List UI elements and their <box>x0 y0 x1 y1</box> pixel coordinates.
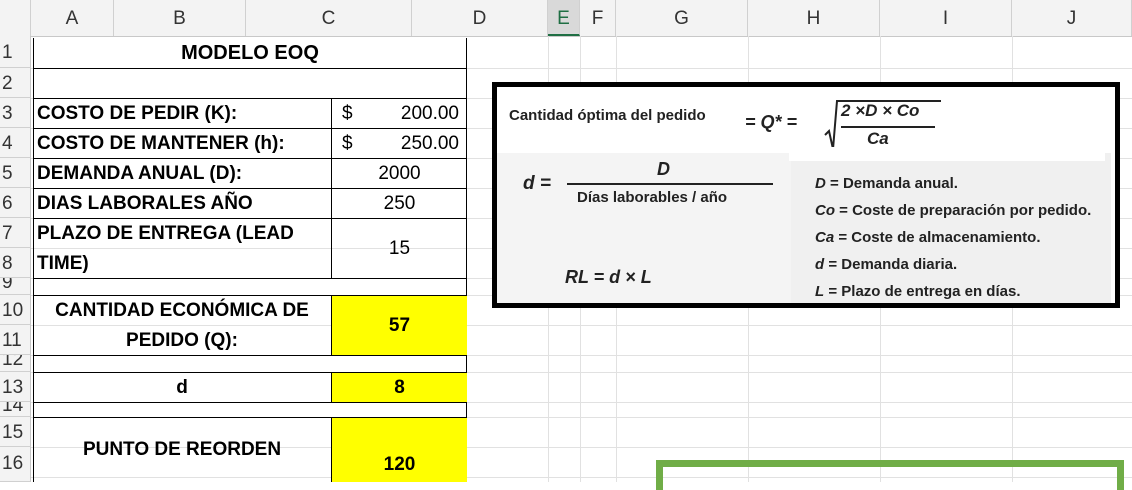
row-header-5[interactable]: 5 <box>0 158 31 188</box>
empty-row[interactable] <box>33 279 467 296</box>
legend-symbol: Co <box>815 202 835 219</box>
lead-time-label-line1: PLAZO DE ENTREGA (LEAD <box>37 222 294 244</box>
optimal-quantity-equals: = Q* = <box>745 112 798 132</box>
formula-divider <box>789 147 1105 161</box>
row-header-9[interactable]: 9 <box>0 278 31 295</box>
row-header-1[interactable]: 1 <box>0 36 31 68</box>
holding-cost-value: 250.00 <box>400 132 459 154</box>
lead-time-label[interactable]: PLAZO DE ENTREGA (LEAD TIME) <box>33 219 332 279</box>
column-header-f[interactable]: F <box>580 0 616 36</box>
legend-text: = Demanda anual. <box>825 175 958 192</box>
legend-item: D = Demanda anual. <box>815 175 958 192</box>
eoq-label[interactable]: CANTIDAD ECONÓMICA DE PEDIDO (Q): <box>33 296 332 356</box>
reorder-point-value[interactable]: 120 <box>332 418 467 482</box>
lead-time-label-line2: TIME) <box>37 252 89 274</box>
currency-symbol: $ <box>342 102 353 124</box>
select-all-corner[interactable] <box>0 0 31 36</box>
formula-image[interactable]: Cantidad óptima del pedido = Q* = 2 ×D ×… <box>492 82 1120 308</box>
eoq-numerator: 2 ×D × Co <box>841 101 920 120</box>
lead-time-value[interactable]: 15 <box>332 219 467 279</box>
column-header-i[interactable]: I <box>880 0 1012 36</box>
row-header-4[interactable]: 4 <box>0 128 31 158</box>
legend-item: L = Plazo de entrega en días. <box>815 283 1021 300</box>
reorder-point-label[interactable]: PUNTO DE REORDEN <box>33 418 332 482</box>
eoq-label-line2: PEDIDO (Q): <box>126 329 238 351</box>
ordering-cost-value: 200.00 <box>400 102 459 124</box>
row-header-13[interactable]: 13 <box>0 372 31 402</box>
reorder-formula: RL = d × L <box>565 267 652 287</box>
currency-symbol: $ <box>342 132 353 154</box>
column-header-j[interactable]: J <box>1012 0 1132 36</box>
empty-row[interactable] <box>33 356 467 373</box>
eoq-label-line1: CANTIDAD ECONÓMICA DE <box>55 299 309 321</box>
column-header-g[interactable]: G <box>616 0 748 36</box>
daily-demand-numerator: D <box>657 159 670 179</box>
column-header-c[interactable]: C <box>246 0 412 36</box>
empty-row[interactable] <box>33 403 467 418</box>
row-header-10[interactable]: 10 <box>0 295 31 325</box>
daily-demand-label[interactable]: d <box>33 373 332 403</box>
ordering-cost-label[interactable]: COSTO DE PEDIR (K): <box>33 99 332 129</box>
column-header-h[interactable]: H <box>748 0 880 36</box>
row-header-7[interactable]: 7 <box>0 218 31 248</box>
column-header-b[interactable]: B <box>114 0 246 36</box>
holding-cost-cell[interactable]: $ 250.00 <box>332 129 467 159</box>
legend-text: = Coste de almacenamiento. <box>834 229 1041 246</box>
legend-text: = Demanda diaria. <box>824 256 958 273</box>
legend-symbol: D <box>815 175 826 192</box>
legend-text: = Plazo de entrega en días. <box>824 283 1021 300</box>
legend-item: d = Demanda diaria. <box>815 256 957 273</box>
legend-symbol: L <box>815 283 825 300</box>
column-header-bar: A B C D E F G H I J <box>0 0 1132 37</box>
row-header-3[interactable]: 3 <box>0 98 31 128</box>
legend-text: = Coste de preparación por pedido. <box>835 202 1092 219</box>
row-header-2[interactable]: 2 <box>0 68 31 98</box>
annual-demand-label[interactable]: DEMANDA ANUAL (D): <box>33 159 332 189</box>
legend-item: Co = Coste de preparación por pedido. <box>815 202 1091 219</box>
legend-item: Ca = Coste de almacenamiento. <box>815 229 1041 246</box>
row-header-14[interactable]: 14 <box>0 402 31 417</box>
working-days-label[interactable]: DIAS LABORALES AÑO <box>33 189 332 219</box>
optimal-quantity-text: Cantidad óptima del pedido <box>509 107 706 124</box>
eoq-denominator: Ca <box>867 129 889 148</box>
daily-demand-value[interactable]: 8 <box>332 373 467 403</box>
row-header-12[interactable]: 12 <box>0 355 31 372</box>
ordering-cost-cell[interactable]: $ 200.00 <box>332 99 467 129</box>
model-title[interactable]: MODELO EOQ <box>33 38 467 69</box>
row-header-15[interactable]: 15 <box>0 417 31 447</box>
column-header-e[interactable]: E <box>548 0 580 36</box>
daily-demand-lhs: d = <box>523 173 551 194</box>
row-header-11[interactable]: 11 <box>0 325 31 355</box>
legend-symbol: d <box>815 256 825 273</box>
legend-symbol: Ca <box>815 229 835 246</box>
holding-cost-label[interactable]: COSTO DE MANTENER (h): <box>33 129 332 159</box>
row-header-16[interactable]: 16 <box>0 447 31 482</box>
row-header-6[interactable]: 6 <box>0 188 31 218</box>
column-header-d[interactable]: D <box>412 0 548 36</box>
working-days-value[interactable]: 250 <box>332 189 467 219</box>
empty-row[interactable] <box>33 69 467 99</box>
green-shape[interactable] <box>656 460 1124 490</box>
eoq-value[interactable]: 57 <box>332 296 467 356</box>
annual-demand-value[interactable]: 2000 <box>332 159 467 189</box>
row-header-8[interactable]: 8 <box>0 248 31 278</box>
column-header-a[interactable]: A <box>31 0 114 36</box>
daily-demand-denominator: Días laborables / año <box>577 189 728 206</box>
fraction-bar <box>567 183 773 185</box>
